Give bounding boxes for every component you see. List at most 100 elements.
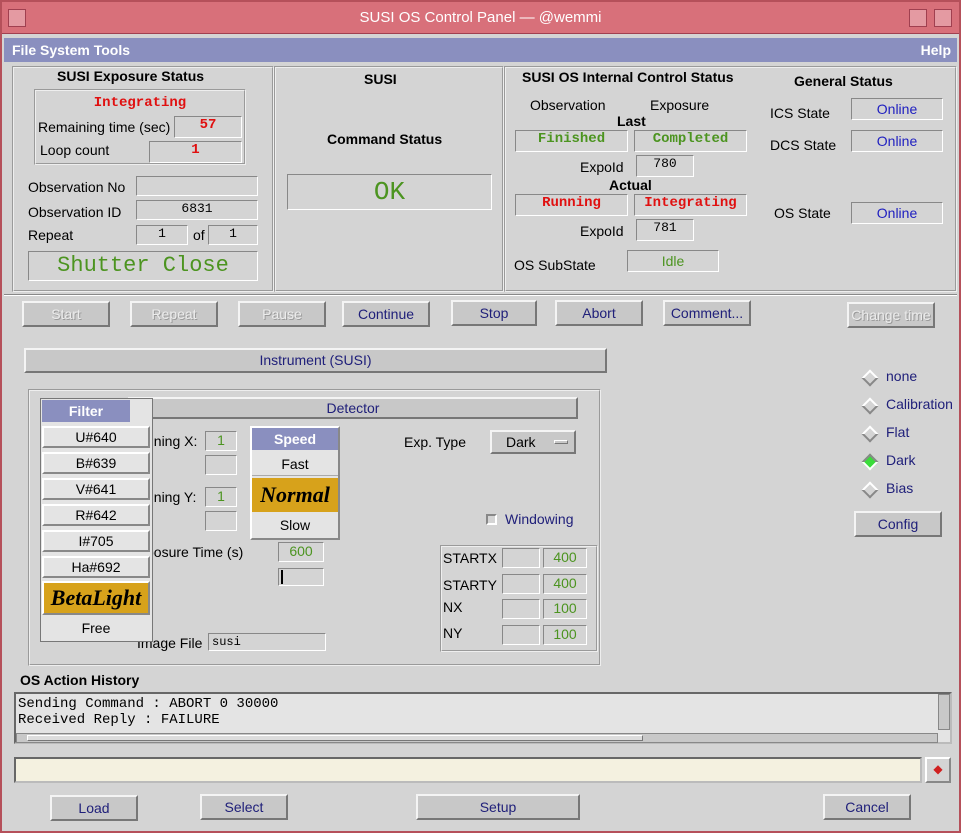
diamond-icon[interactable]: ◆ [925,757,951,783]
radio-dark[interactable] [861,453,879,471]
history-title: OS Action History [20,672,140,688]
setup-button[interactable]: Setup [416,794,580,820]
ny-extra-field[interactable] [502,625,540,645]
exposure-time-label: posure Time (s) [146,544,244,560]
dcs-state-value: Online [851,130,943,152]
binning-y-label: nning Y: [146,489,197,505]
last-expoid-field: 780 [636,155,694,177]
change-time-button[interactable]: Change time [847,302,935,328]
history-line: Received Reply : FAILURE [18,712,220,728]
start-button[interactable]: Start [22,301,110,327]
maximize-button[interactable] [934,9,952,27]
exposure-status-title: SUSI Exposure Status [57,68,205,84]
last-exposure-status: Completed [634,130,747,152]
binning-x-label: nning X: [146,433,198,449]
observation-id-field: 6831 [136,200,258,220]
starty-field[interactable]: 400 [543,574,587,594]
binning-x-field[interactable]: 1 [205,431,237,451]
binning-y-extra-field[interactable] [205,511,237,531]
select-button[interactable]: Select [200,794,288,820]
internal-status-title: SUSI OS Internal Control Status [522,69,734,85]
image-file-field[interactable]: susi [208,633,326,651]
separator [4,294,957,296]
actual-exposure-status: Integrating [634,194,747,216]
repeat-field: 1 [136,225,188,245]
filter-item-v641[interactable]: V#641 [42,478,150,500]
exposure-time-extra-field[interactable] [278,568,324,586]
history-horizontal-scrollbar[interactable] [16,733,938,743]
history-vertical-scrollbar[interactable] [938,694,950,730]
radio-flat-label[interactable]: Flat [886,424,909,440]
nx-extra-field[interactable] [502,599,540,619]
menu-help[interactable]: Help [921,38,951,62]
starty-extra-field[interactable] [502,574,540,594]
actual-observation-status: Running [515,194,628,216]
windowing-checkbox[interactable] [486,514,497,525]
nx-label: NX [443,599,463,615]
detector-tab[interactable]: Detector [128,397,578,419]
history-scroll-thumb[interactable] [27,735,643,741]
speed-fast-option[interactable]: Fast [252,452,338,476]
title-bar[interactable]: SUSI OS Control Panel — @wemmi [2,2,959,34]
exp-type-value: Dark [506,434,536,450]
filter-item-free[interactable]: Free [42,617,150,639]
remaining-time-field: 57 [174,116,242,138]
radio-bias-label[interactable]: Bias [886,480,913,496]
nx-field[interactable]: 100 [543,599,587,619]
filter-title: Filter [42,400,130,422]
repeat-total-field: 1 [208,225,258,245]
filter-item-ha692[interactable]: Ha#692 [42,556,150,578]
binning-x-extra-field[interactable] [205,455,237,475]
stop-button[interactable]: Stop [451,300,537,326]
os-substate-value: Idle [627,250,719,272]
radio-bias[interactable] [861,481,879,499]
continue-button[interactable]: Continue [342,301,430,327]
repeat-button[interactable]: Repeat [130,301,218,327]
binning-y-field[interactable]: 1 [205,487,237,507]
exp-type-dropdown[interactable]: Dark [490,430,576,454]
loop-count-label: Loop count [40,142,110,158]
filter-item-betalight[interactable]: BetaLight [42,581,150,615]
filter-item-b639[interactable]: B#639 [42,452,150,474]
menu-bar: File System Tools Help [4,38,957,62]
exposure-time-field[interactable]: 600 [278,542,324,562]
speed-slow-option[interactable]: Slow [252,513,338,537]
command-input[interactable] [14,757,922,783]
of-label: of [193,227,205,243]
susi-title: SUSI [364,71,397,87]
command-status-label: Command Status [327,131,443,147]
load-button[interactable]: Load [50,795,138,821]
radio-none[interactable] [861,369,879,387]
menu-file-system-tools[interactable]: File System Tools [12,38,130,62]
pause-button[interactable]: Pause [238,301,326,327]
window-title: SUSI OS Control Panel — @wemmi [359,9,602,26]
actual-expoid-field: 781 [636,219,694,241]
radio-calibration[interactable] [861,397,879,415]
radio-none-label[interactable]: none [886,368,917,384]
minimize-button[interactable] [909,9,927,27]
config-button[interactable]: Config [854,511,942,537]
remaining-time-label: Remaining time (sec) [38,119,171,135]
startx-extra-field[interactable] [502,548,540,568]
ny-field[interactable]: 100 [543,625,587,645]
cancel-button[interactable]: Cancel [823,794,911,820]
command-status-value: OK [287,174,492,210]
radio-flat[interactable] [861,425,879,443]
filter-item-u640[interactable]: U#640 [42,426,150,448]
startx-field[interactable]: 400 [543,548,587,568]
radio-dark-label[interactable]: Dark [886,452,916,468]
observation-id-label: Observation ID [28,204,122,220]
window-menu-button[interactable] [8,9,26,27]
abort-button[interactable]: Abort [555,300,643,326]
ics-state-label: ICS State [770,105,830,121]
filter-item-r642[interactable]: R#642 [42,504,150,526]
starty-label: STARTY [443,577,497,593]
speed-normal-option[interactable]: Normal [252,478,338,512]
instrument-tab[interactable]: Instrument (SUSI) [24,348,607,373]
filter-item-i705[interactable]: I#705 [42,530,150,552]
text-cursor [281,570,283,584]
exposure-state: Integrating [93,95,187,111]
radio-calibration-label[interactable]: Calibration [886,396,953,412]
comment-button[interactable]: Comment... [663,300,751,326]
speed-title: Speed [252,428,338,450]
